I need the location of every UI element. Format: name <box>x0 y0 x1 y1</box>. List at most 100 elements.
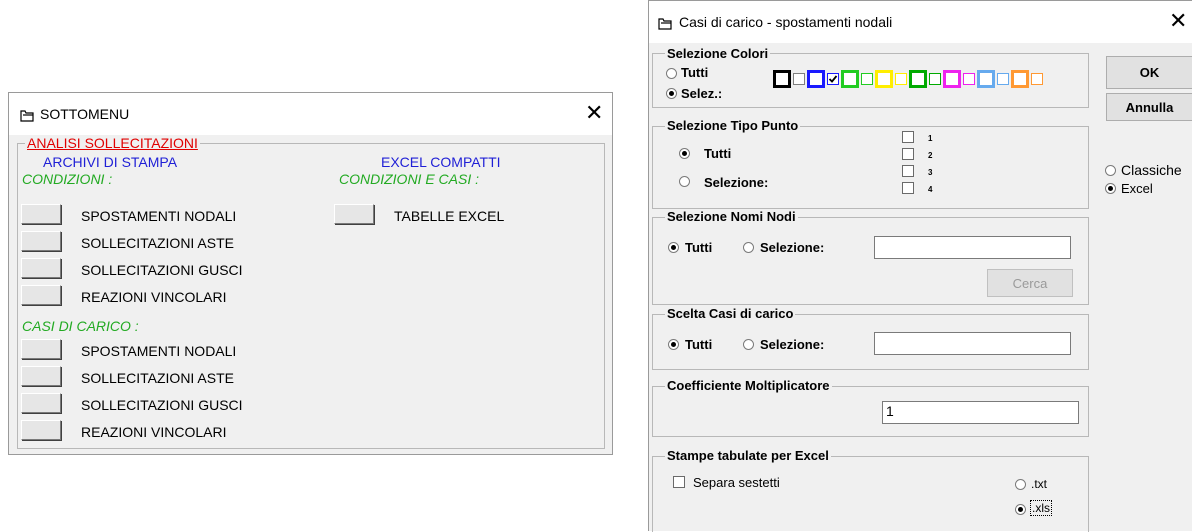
color-swatch[interactable] <box>909 70 927 88</box>
color-swatch-checkbox[interactable] <box>929 73 941 85</box>
excel-radio[interactable] <box>1105 183 1116 194</box>
tipo-3-label: 3 <box>928 168 933 177</box>
scelta-tutti-radio[interactable] <box>668 339 679 350</box>
tipo-1-checkbox[interactable] <box>902 131 914 143</box>
colori-selez-label: Selez.: <box>681 86 723 101</box>
scelta-title: Scelta Casi di carico <box>665 306 796 321</box>
color-swatch-checkbox[interactable] <box>997 73 1009 85</box>
close-icon[interactable]: ✕ <box>1169 11 1187 33</box>
window-icon <box>20 110 34 122</box>
classiche-label: Classiche <box>1121 162 1182 178</box>
color-swatch[interactable] <box>807 70 825 88</box>
scelta-tutti-label: Tutti <box>685 337 713 352</box>
tipo-tutti-radio[interactable] <box>679 148 690 159</box>
classiche-radio[interactable] <box>1105 165 1116 176</box>
casi-reazioni-label: REAZIONI VINCOLARI <box>81 424 227 440</box>
tipo-sel-radio[interactable] <box>679 176 690 187</box>
colori-selez-radio[interactable] <box>666 88 677 99</box>
ok-button[interactable]: OK <box>1106 56 1192 89</box>
casi-gusci-label: SOLLECITAZIONI GUSCI <box>81 397 243 413</box>
cerca-button[interactable]: Cerca <box>987 269 1073 297</box>
color-swatch[interactable] <box>977 70 995 88</box>
color-swatch[interactable] <box>773 70 791 88</box>
cond-aste-button[interactable] <box>21 231 61 251</box>
cond-reazioni-button[interactable] <box>21 285 61 305</box>
colori-tutti-label: Tutti <box>681 65 709 80</box>
coeff-input[interactable]: 1 <box>882 401 1079 424</box>
condizioni-label: CONDIZIONI : <box>22 171 113 187</box>
tabelle-excel-button[interactable] <box>334 204 374 224</box>
color-swatch-checkbox[interactable] <box>827 73 839 85</box>
scelta-sel-radio[interactable] <box>743 339 754 350</box>
stampe-group <box>652 456 1089 532</box>
coeff-title: Coefficiente Moltiplicatore <box>665 378 832 393</box>
nomi-tutti-label: Tutti <box>685 240 713 255</box>
color-swatch-checkbox[interactable] <box>895 73 907 85</box>
window-icon <box>658 18 672 30</box>
scelta-input[interactable] <box>874 332 1071 355</box>
colori-tutti-radio[interactable] <box>666 68 677 79</box>
casi-label: CASI DI CARICO : <box>22 318 139 334</box>
sottomenu-title: SOTTOMENU <box>40 106 130 122</box>
nomi-sel-radio[interactable] <box>743 242 754 253</box>
tipo-4-label: 4 <box>928 185 933 194</box>
color-swatch[interactable] <box>875 70 893 88</box>
annulla-label: Annulla <box>1125 99 1174 115</box>
cond-spostamenti-button[interactable] <box>21 204 61 224</box>
xls-label: .xls <box>1030 500 1052 516</box>
xls-radio[interactable] <box>1015 504 1026 515</box>
casi-reazioni-button[interactable] <box>21 420 61 440</box>
tipo-sel-label: Selezione: <box>704 175 769 190</box>
tipo-3-checkbox[interactable] <box>902 165 914 177</box>
annulla-button[interactable]: Annulla <box>1106 93 1192 121</box>
tabelle-excel-label: TABELLE EXCEL <box>394 208 505 224</box>
color-swatch[interactable] <box>943 70 961 88</box>
color-swatch-checkbox[interactable] <box>1031 73 1043 85</box>
cond-reazioni-label: REAZIONI VINCOLARI <box>81 289 227 305</box>
casi-aste-label: SOLLECITAZIONI ASTE <box>81 370 235 386</box>
nomi-title: Selezione Nomi Nodi <box>665 209 798 224</box>
tipo-4-checkbox[interactable] <box>902 182 914 194</box>
casi-aste-button[interactable] <box>21 366 61 386</box>
ok-label: OK <box>1139 65 1160 80</box>
cond-gusci-label: SOLLECITAZIONI GUSCI <box>81 262 243 278</box>
scelta-sel-label: Selezione: <box>760 337 825 352</box>
tipo-title: Selezione Tipo Punto <box>665 118 801 133</box>
tipo-tutti-label: Tutti <box>704 146 732 161</box>
cond-gusci-button[interactable] <box>21 258 61 278</box>
separa-checkbox[interactable] <box>673 476 685 488</box>
colori-title: Selezione Colori <box>665 46 771 61</box>
color-swatch[interactable] <box>841 70 859 88</box>
color-swatch-checkbox[interactable] <box>793 73 805 85</box>
tipo-2-label: 2 <box>928 151 933 160</box>
casi-window: Casi di carico - spostamenti nodali ✕ Se… <box>648 0 1192 532</box>
color-swatch-checkbox[interactable] <box>861 73 873 85</box>
nomi-input[interactable] <box>874 236 1071 259</box>
separa-label: Separa sestetti <box>693 475 780 490</box>
nomi-sel-label: Selezione: <box>760 240 825 255</box>
txt-label: .txt <box>1031 477 1048 491</box>
cond-spostamenti-label: SPOSTAMENTI NODALI <box>81 208 237 224</box>
txt-radio[interactable] <box>1015 479 1026 490</box>
stampe-title: Stampe tabulate per Excel <box>665 448 831 463</box>
excel-label: Excel <box>1121 181 1153 196</box>
casi-spostamenti-label: SPOSTAMENTI NODALI <box>81 343 237 359</box>
color-swatch[interactable] <box>1011 70 1029 88</box>
sottomenu-titlebar[interactable]: SOTTOMENU ✕ <box>9 93 612 135</box>
casi-titlebar[interactable]: Casi di carico - spostamenti nodali ✕ <box>649 1 1192 43</box>
excel-header: EXCEL COMPATTI <box>381 154 501 170</box>
casi-gusci-button[interactable] <box>21 393 61 413</box>
cerca-label: Cerca <box>1012 275 1048 291</box>
casi-spostamenti-button[interactable] <box>21 339 61 359</box>
color-swatch-checkbox[interactable] <box>963 73 975 85</box>
sottomenu-window: SOTTOMENU ✕ ANALISI SOLLECITAZIONI ARCHI… <box>8 92 613 455</box>
tipo-1-label: 1 <box>928 134 933 143</box>
casi-title: Casi di carico - spostamenti nodali <box>679 14 893 30</box>
nomi-tutti-radio[interactable] <box>668 242 679 253</box>
cond-aste-label: SOLLECITAZIONI ASTE <box>81 235 235 251</box>
condizioni-casi-label: CONDIZIONI E CASI : <box>339 171 480 187</box>
analisi-group-title: ANALISI SOLLECITAZIONI <box>25 135 200 151</box>
tipo-2-checkbox[interactable] <box>902 148 914 160</box>
archivi-header: ARCHIVI DI STAMPA <box>43 154 178 170</box>
close-icon[interactable]: ✕ <box>585 103 603 125</box>
